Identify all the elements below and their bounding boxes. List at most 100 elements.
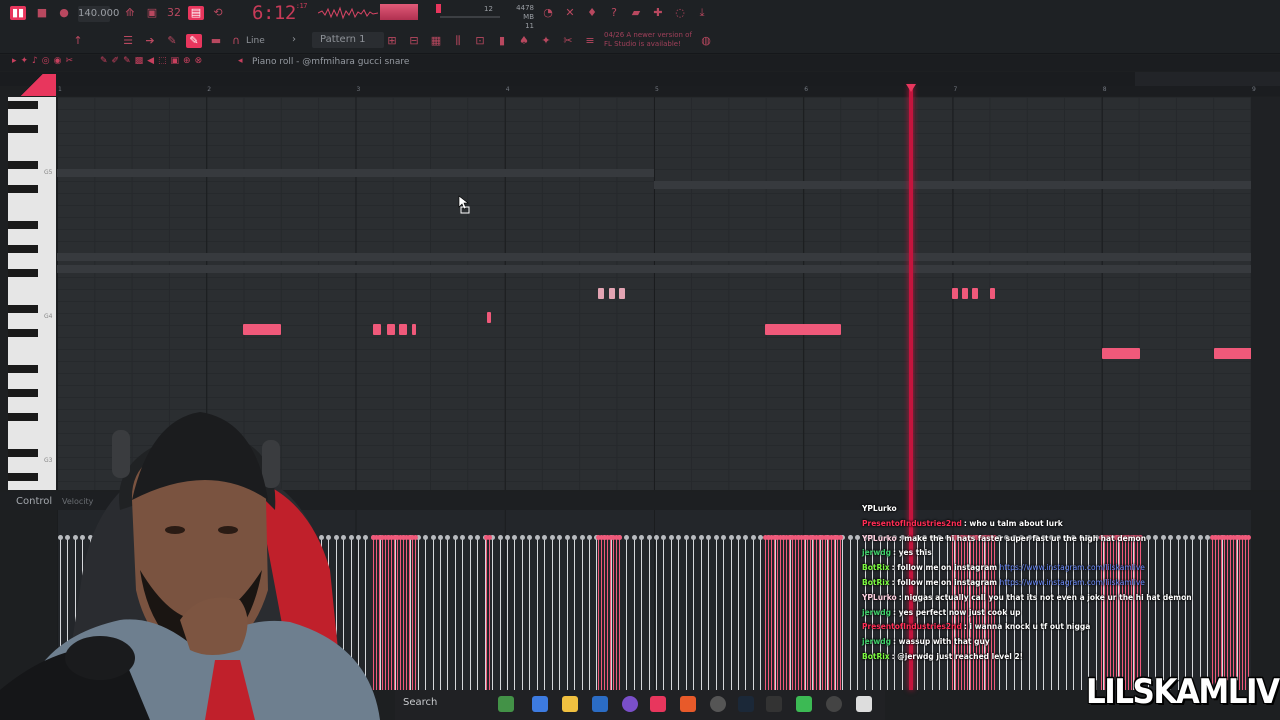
velocity-stem[interactable] <box>542 535 548 690</box>
velocity-stem[interactable] <box>564 535 570 690</box>
velocity-stem[interactable] <box>750 535 756 690</box>
velocity-stem[interactable] <box>512 535 518 690</box>
velocity-stem[interactable] <box>467 535 473 690</box>
green-app-icon[interactable] <box>796 696 812 712</box>
chat-icon[interactable]: ◌ <box>672 6 688 20</box>
velocity-stem-active[interactable] <box>407 535 412 690</box>
record-button[interactable]: ● <box>56 6 72 20</box>
countdown-icon[interactable]: 32 <box>166 6 182 20</box>
velocity-stem[interactable] <box>437 535 443 690</box>
midi-note[interactable] <box>243 324 281 335</box>
velocity-stem[interactable] <box>721 535 727 690</box>
velocity-stem-active[interactable] <box>811 535 816 690</box>
velocity-stem[interactable] <box>445 535 451 690</box>
mixer-icon[interactable]: ⫼ <box>450 34 466 48</box>
velocity-stem-active[interactable] <box>790 535 795 690</box>
velocity-stem-active[interactable] <box>1246 535 1251 690</box>
4k-app-icon[interactable] <box>826 696 842 712</box>
timeline-ruler[interactable] <box>57 86 1280 96</box>
snap-arrow-icon[interactable]: ↑ <box>70 34 86 48</box>
chat-link[interactable]: https://www.instagram.com/lilskamlive <box>997 563 1144 572</box>
velocity-stem[interactable] <box>840 535 846 690</box>
black-key[interactable] <box>8 305 38 313</box>
velocity-stem-active[interactable] <box>1228 535 1233 690</box>
chat-username[interactable]: BotRix <box>862 578 890 587</box>
app-icon[interactable] <box>766 696 782 712</box>
taskbar-search[interactable]: Search <box>403 697 437 708</box>
velocity-stem-active[interactable] <box>781 535 786 690</box>
velocity-stem[interactable] <box>586 535 592 690</box>
velocity-stem-active[interactable] <box>1234 535 1239 690</box>
velocity-stem[interactable] <box>408 535 414 690</box>
piano-roll-edit-tools[interactable]: ✎✐✎▩◀⬚▣⊕⊗ <box>100 56 206 66</box>
stop-button[interactable]: ■ <box>34 6 50 20</box>
master-volume-slider[interactable] <box>440 16 500 18</box>
velocity-stem-active[interactable] <box>1216 535 1221 690</box>
velocity-stem[interactable] <box>534 535 540 690</box>
velocity-stem[interactable] <box>624 535 630 690</box>
velocity-stem[interactable] <box>803 535 808 690</box>
chat-username[interactable]: jerwdg <box>862 548 891 557</box>
download-icon[interactable]: ⤓ <box>694 6 710 20</box>
velocity-stem[interactable] <box>1235 535 1241 690</box>
velocity-stem-active[interactable] <box>1222 535 1227 690</box>
chat-link[interactable]: https://www.instagram.com/lilskamlive <box>997 578 1144 587</box>
velocity-stem[interactable] <box>423 535 429 690</box>
wait-icon[interactable]: ▣ <box>144 6 160 20</box>
velocity-stem[interactable] <box>728 535 734 690</box>
midi-note[interactable] <box>487 312 491 323</box>
chat-username[interactable]: YPLurko <box>862 593 897 602</box>
tempo-display[interactable]: 140.000 <box>78 6 119 22</box>
velocity-stem-active[interactable] <box>823 535 828 690</box>
black-key[interactable] <box>8 329 38 337</box>
velocity-stem[interactable] <box>698 535 704 690</box>
velocity-stem-active[interactable] <box>611 535 616 690</box>
velocity-stem-active[interactable] <box>805 535 810 690</box>
pencil-tool-button[interactable]: ✎ <box>186 34 202 48</box>
velocity-stem[interactable] <box>855 535 861 690</box>
velocity-stem[interactable] <box>1190 535 1196 690</box>
playlist-window-icon[interactable]: ⊞ <box>384 34 400 48</box>
velocity-stem-active[interactable] <box>1243 535 1248 690</box>
velocity-stem[interactable] <box>676 535 682 690</box>
widgets-icon[interactable] <box>498 696 514 712</box>
velocity-stem-active[interactable] <box>1210 535 1215 690</box>
velocity-stem[interactable] <box>706 535 712 690</box>
velocity-stem[interactable] <box>1160 535 1166 690</box>
pattern-overview-strip[interactable] <box>0 72 1280 86</box>
velocity-stem[interactable] <box>788 535 794 690</box>
midi-note[interactable] <box>952 288 958 299</box>
velocity-stem[interactable] <box>430 535 436 690</box>
notes-icon[interactable]: ≡ <box>582 34 598 48</box>
velocity-stem-active[interactable] <box>769 535 774 690</box>
velocity-stem-active[interactable] <box>596 535 601 690</box>
velocity-stem-active[interactable] <box>802 535 807 690</box>
velocity-stem-active[interactable] <box>838 535 843 690</box>
loop-record-icon[interactable]: ⟲ <box>210 6 226 20</box>
velocity-stem[interactable] <box>668 535 674 690</box>
velocity-stem[interactable] <box>579 535 585 690</box>
velocity-stem[interactable] <box>817 535 823 690</box>
plugin-database-icon[interactable]: ▮ <box>494 34 510 48</box>
channel-rack-icon[interactable]: ▦ <box>428 34 444 48</box>
velocity-stem-active[interactable] <box>1240 535 1245 690</box>
velocity-stem-active[interactable] <box>617 535 622 690</box>
velocity-stem[interactable] <box>646 535 652 690</box>
velocity-stem-active[interactable] <box>796 535 801 690</box>
velocity-stem[interactable] <box>631 535 637 690</box>
paint-icon[interactable]: ▬ <box>208 34 224 48</box>
velocity-stem[interactable] <box>549 535 555 690</box>
velocity-stem[interactable] <box>572 535 578 690</box>
black-key[interactable] <box>8 185 38 193</box>
draw-icon[interactable]: ✎ <box>164 34 180 48</box>
black-key[interactable] <box>8 161 38 169</box>
discord-icon[interactable] <box>622 696 638 712</box>
velocity-stem[interactable] <box>527 535 533 690</box>
midi-note[interactable] <box>598 288 604 299</box>
piano-roll-window-icon[interactable]: ⊟ <box>406 34 422 48</box>
pattern-song-toggle-button[interactable]: ▮▮ <box>10 6 26 20</box>
chat-username[interactable]: jerwdg <box>862 608 891 617</box>
velocity-stem[interactable] <box>452 535 458 690</box>
black-key[interactable] <box>8 101 38 109</box>
midi-note[interactable] <box>1214 348 1251 359</box>
